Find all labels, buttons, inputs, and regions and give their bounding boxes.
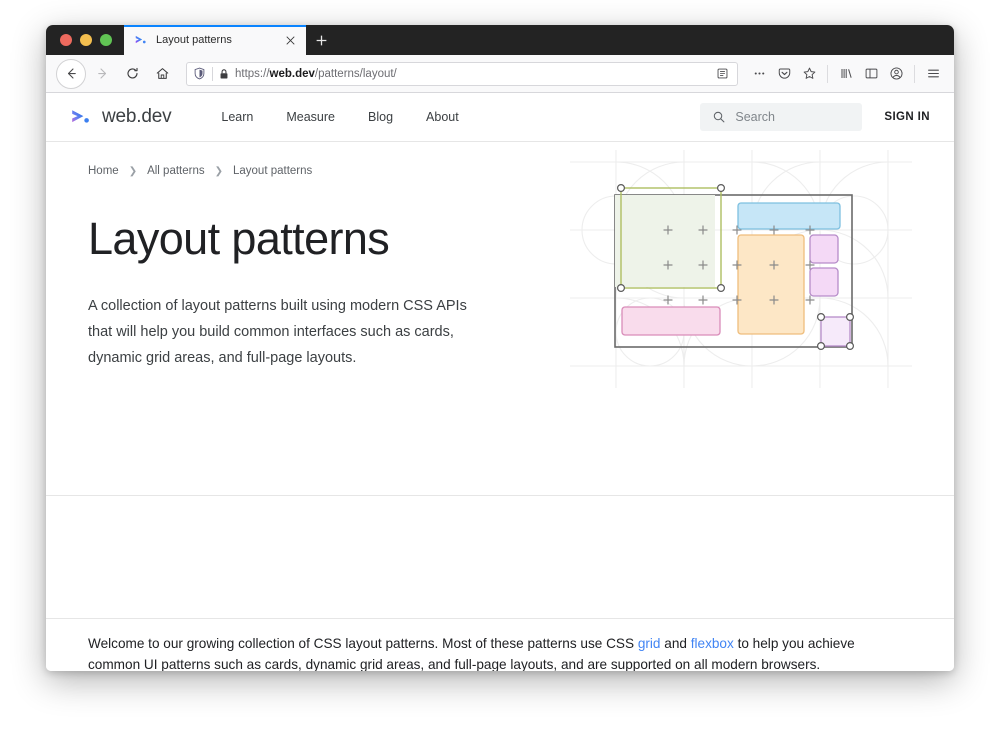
maximize-window-button[interactable]: [100, 34, 112, 46]
link-grid[interactable]: grid: [638, 636, 661, 651]
webdev-logo-icon: [70, 106, 92, 128]
chevron-right-icon: ❯: [128, 165, 138, 177]
hamburger-menu-icon[interactable]: [922, 63, 944, 85]
address-bar[interactable]: https://web.dev/patterns/layout/: [186, 61, 738, 86]
url-actions: [711, 63, 733, 85]
hero-illustration: [570, 150, 912, 388]
sign-in-button[interactable]: SIGN IN: [884, 111, 930, 123]
browser-titlebar: Layout patterns: [46, 25, 954, 55]
header-right: Search SIGN IN: [700, 103, 930, 131]
page-subtitle: A collection of layout patterns built us…: [88, 298, 467, 366]
tab-title: Layout patterns: [156, 34, 232, 46]
url-divider: [212, 66, 213, 81]
url-text: https://web.dev/patterns/layout/: [235, 67, 397, 80]
search-input[interactable]: Search: [700, 103, 863, 131]
pocket-icon[interactable]: [773, 63, 795, 85]
screen: Layout patterns https://web.dev/patterns…: [0, 0, 1000, 737]
intro-part-2: and: [660, 636, 691, 651]
site-header: web.dev Learn Measure Blog About Search …: [46, 93, 954, 142]
nav-item-measure[interactable]: Measure: [286, 110, 335, 124]
breadcrumb-item-home[interactable]: Home: [88, 165, 119, 177]
search-icon: [712, 110, 726, 124]
close-tab-icon[interactable]: [282, 32, 298, 48]
page-actions-icon[interactable]: [748, 63, 770, 85]
back-arrow-icon[interactable]: [56, 58, 86, 89]
nav-item-blog[interactable]: Blog: [368, 110, 393, 124]
new-tab-button[interactable]: [306, 25, 336, 55]
reader-mode-icon[interactable]: [711, 63, 733, 85]
account-icon[interactable]: [885, 63, 907, 85]
window-controls: [46, 34, 124, 55]
home-icon[interactable]: [148, 60, 176, 88]
site-nav: Learn Measure Blog About: [221, 110, 458, 124]
sidebar-icon[interactable]: [860, 63, 882, 85]
webdev-logo-icon: [134, 33, 148, 47]
toolbar-divider: [827, 64, 828, 83]
breadcrumb-item-all-patterns[interactable]: All patterns: [147, 165, 205, 177]
search-placeholder: Search: [735, 110, 775, 124]
shield-icon[interactable]: [193, 67, 207, 80]
minimize-window-button[interactable]: [80, 34, 92, 46]
toolbar-divider-2: [914, 64, 915, 83]
nav-item-about[interactable]: About: [426, 110, 459, 124]
chevron-right-icon: ❯: [214, 165, 223, 177]
brand-name: web.dev: [102, 106, 172, 127]
intro-part-1: Welcome to our growing collection of CSS…: [88, 636, 638, 651]
breadcrumb-item-current: Layout patterns: [233, 165, 313, 177]
toolbar-actions: [748, 63, 944, 85]
forward-arrow-icon[interactable]: [88, 60, 116, 88]
hero-section: Home ❯ All patterns ❯ Layout patterns La…: [46, 142, 954, 496]
browser-tab-active[interactable]: Layout patterns: [124, 25, 306, 55]
library-icon[interactable]: [835, 63, 857, 85]
page-viewport: web.dev Learn Measure Blog About Search …: [46, 93, 954, 671]
browser-toolbar: https://web.dev/patterns/layout/: [46, 55, 954, 93]
reload-icon[interactable]: [118, 60, 146, 88]
star-icon[interactable]: [798, 63, 820, 85]
intro-paragraph: Welcome to our growing collection of CSS…: [46, 619, 954, 671]
brand-link[interactable]: web.dev: [70, 106, 172, 128]
close-window-button[interactable]: [60, 34, 72, 46]
nav-item-learn[interactable]: Learn: [221, 110, 253, 124]
empty-band: [46, 496, 954, 619]
lock-icon[interactable]: [218, 68, 230, 80]
link-flexbox[interactable]: flexbox: [691, 636, 734, 651]
browser-window: Layout patterns https://web.dev/patterns…: [46, 25, 954, 671]
